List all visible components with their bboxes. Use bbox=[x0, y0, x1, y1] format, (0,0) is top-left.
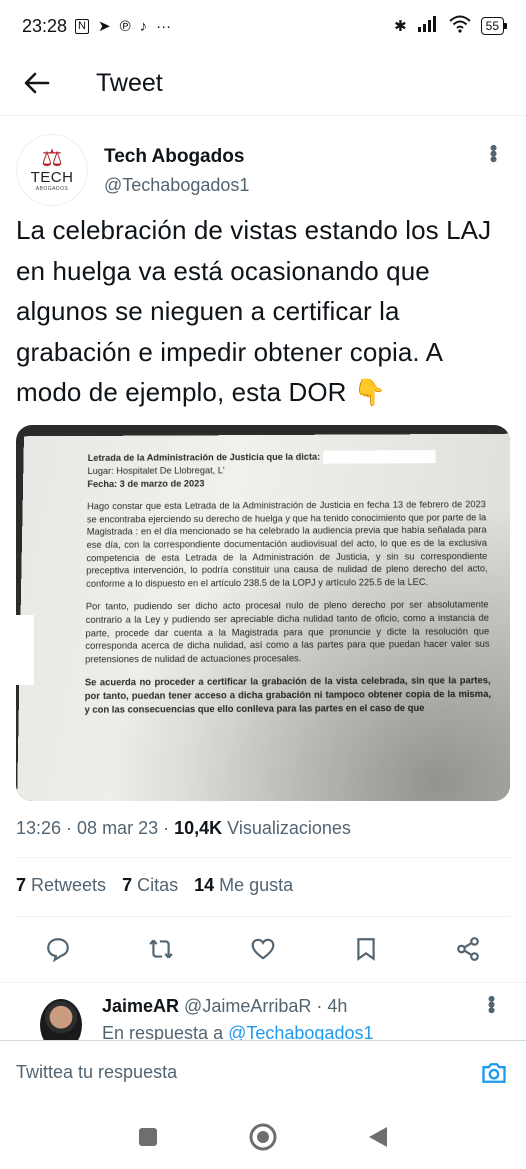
arrow-left-icon[interactable] bbox=[0, 52, 74, 114]
avatar-brand: TECH bbox=[30, 169, 74, 186]
reply-to-handle[interactable]: @Techabogados1 bbox=[228, 1023, 373, 1040]
divider bbox=[16, 916, 510, 917]
camera-button[interactable] bbox=[478, 1057, 510, 1089]
tweet-meta: 13:26 · 08 mar 23 · 10,4K Visualizacione… bbox=[16, 818, 351, 839]
quotes-label: Citas bbox=[132, 875, 179, 895]
tweet-actions bbox=[16, 925, 510, 973]
more-options-icon[interactable]: ••• bbox=[478, 995, 504, 1012]
redaction bbox=[322, 450, 436, 464]
retweet-button[interactable] bbox=[141, 929, 181, 969]
back-icon[interactable] bbox=[358, 1117, 398, 1157]
tweet-stats: 7 Retweets 7 Citas 14 Me gusta bbox=[16, 875, 293, 896]
views-count: 10,4K bbox=[174, 818, 223, 838]
avatar[interactable]: ⚖ TECH ABOGADOS bbox=[16, 134, 88, 206]
reply-composer[interactable]: Twittea tu respuesta bbox=[0, 1040, 526, 1104]
camera-icon bbox=[482, 1062, 506, 1083]
reply-name: JaimeAR bbox=[102, 996, 180, 1016]
likes-label: Me gusta bbox=[214, 875, 294, 895]
document-photo: Letrada de la Administración de Justicia… bbox=[16, 433, 510, 801]
signal-icon bbox=[417, 16, 439, 36]
document-para3: Se acuerda no proceder a certificar la g… bbox=[84, 675, 492, 715]
wifi-icon bbox=[448, 15, 471, 37]
document-para1: Hago constar que esta Letrada de la Admi… bbox=[86, 499, 488, 589]
author-handle[interactable]: @Techabogados1 bbox=[104, 175, 249, 196]
reply-to-prefix: En respuesta a bbox=[102, 1023, 229, 1040]
reply-avatar[interactable] bbox=[40, 999, 82, 1040]
tweet-text: La celebración de vistas estando los LAJ… bbox=[16, 215, 492, 407]
quotes-count: 7 bbox=[122, 875, 133, 895]
recents-icon[interactable] bbox=[128, 1117, 168, 1157]
author-name[interactable]: Tech Abogados bbox=[104, 146, 244, 168]
retweet-icon bbox=[148, 939, 173, 959]
reply-author: JaimeAR @JaimeArribaR · 4h bbox=[102, 996, 347, 1017]
share-button[interactable] bbox=[448, 929, 488, 969]
divider bbox=[0, 982, 526, 983]
divider bbox=[16, 857, 510, 858]
document-line1: Letrada de la Administración de Justicia… bbox=[87, 451, 321, 463]
status-time: 23:28 bbox=[22, 15, 68, 36]
share-icon bbox=[457, 937, 479, 961]
telegram-icon: ➤ bbox=[98, 18, 111, 35]
tweet-author: ⚖ TECH ABOGADOS Tech Abogados @Techaboga… bbox=[16, 134, 510, 206]
pinterest-icon: ℗ bbox=[119, 17, 131, 35]
likes-count: 14 bbox=[194, 875, 215, 895]
bookmark-button[interactable] bbox=[346, 929, 386, 969]
likes-stat[interactable]: 14 Me gusta bbox=[194, 875, 293, 896]
reply-item[interactable]: JaimeAR @JaimeArribaR · 4h En respuesta … bbox=[0, 985, 526, 1040]
home-icon[interactable] bbox=[243, 1117, 283, 1157]
reply-icon bbox=[47, 938, 69, 962]
more-options-icon[interactable]: ••• bbox=[480, 144, 506, 161]
tiktok-icon: ♪ bbox=[139, 17, 148, 35]
more-notifications-icon: ··· bbox=[156, 17, 172, 35]
bookmark-icon bbox=[356, 938, 375, 961]
status-left-icons: N ➤ ℗ ♪ ··· bbox=[75, 17, 171, 35]
reply-input[interactable]: Twittea tu respuesta bbox=[16, 1062, 177, 1083]
retweets-stat[interactable]: 7 Retweets bbox=[16, 875, 106, 896]
views-label: Visualizaciones bbox=[222, 818, 351, 838]
reply-button[interactable] bbox=[38, 929, 78, 969]
tweet-image[interactable]: Letrada de la Administración de Justicia… bbox=[16, 425, 510, 801]
scales-logo-icon: ⚖ bbox=[41, 145, 63, 172]
tweet-header: Tweet bbox=[0, 52, 526, 114]
system-navbar bbox=[0, 1104, 526, 1169]
status-right-icons: ✱ 55 bbox=[394, 15, 508, 37]
document-line3: Fecha: 3 de marzo de 2023 bbox=[87, 478, 205, 489]
redaction-left bbox=[16, 615, 34, 685]
divider bbox=[0, 115, 526, 116]
retweets-count: 7 bbox=[16, 875, 27, 895]
nfc-icon: N bbox=[75, 18, 89, 34]
document-para2: Por tanto, pudiendo ser dicho acto proce… bbox=[85, 599, 490, 665]
avatar-sub: ABOGADOS bbox=[35, 186, 69, 192]
quotes-stat[interactable]: 7 Citas bbox=[122, 875, 178, 896]
reply-to: En respuesta a @Techabogados1 bbox=[102, 1023, 373, 1040]
retweets-label: Retweets bbox=[26, 875, 107, 895]
heart-icon bbox=[251, 938, 275, 960]
status-bar: 23:28 N ➤ ℗ ♪ ··· ✱ 55 bbox=[0, 0, 526, 52]
like-button[interactable] bbox=[243, 929, 283, 969]
page-title: Tweet bbox=[96, 68, 163, 97]
battery-indicator: 55 bbox=[480, 17, 508, 35]
bluetooth-icon: ✱ bbox=[394, 18, 407, 35]
reply-handle: @JaimeArribaR · 4h bbox=[179, 996, 348, 1016]
timestamp: 13:26 · 08 mar 23 · bbox=[16, 818, 175, 838]
